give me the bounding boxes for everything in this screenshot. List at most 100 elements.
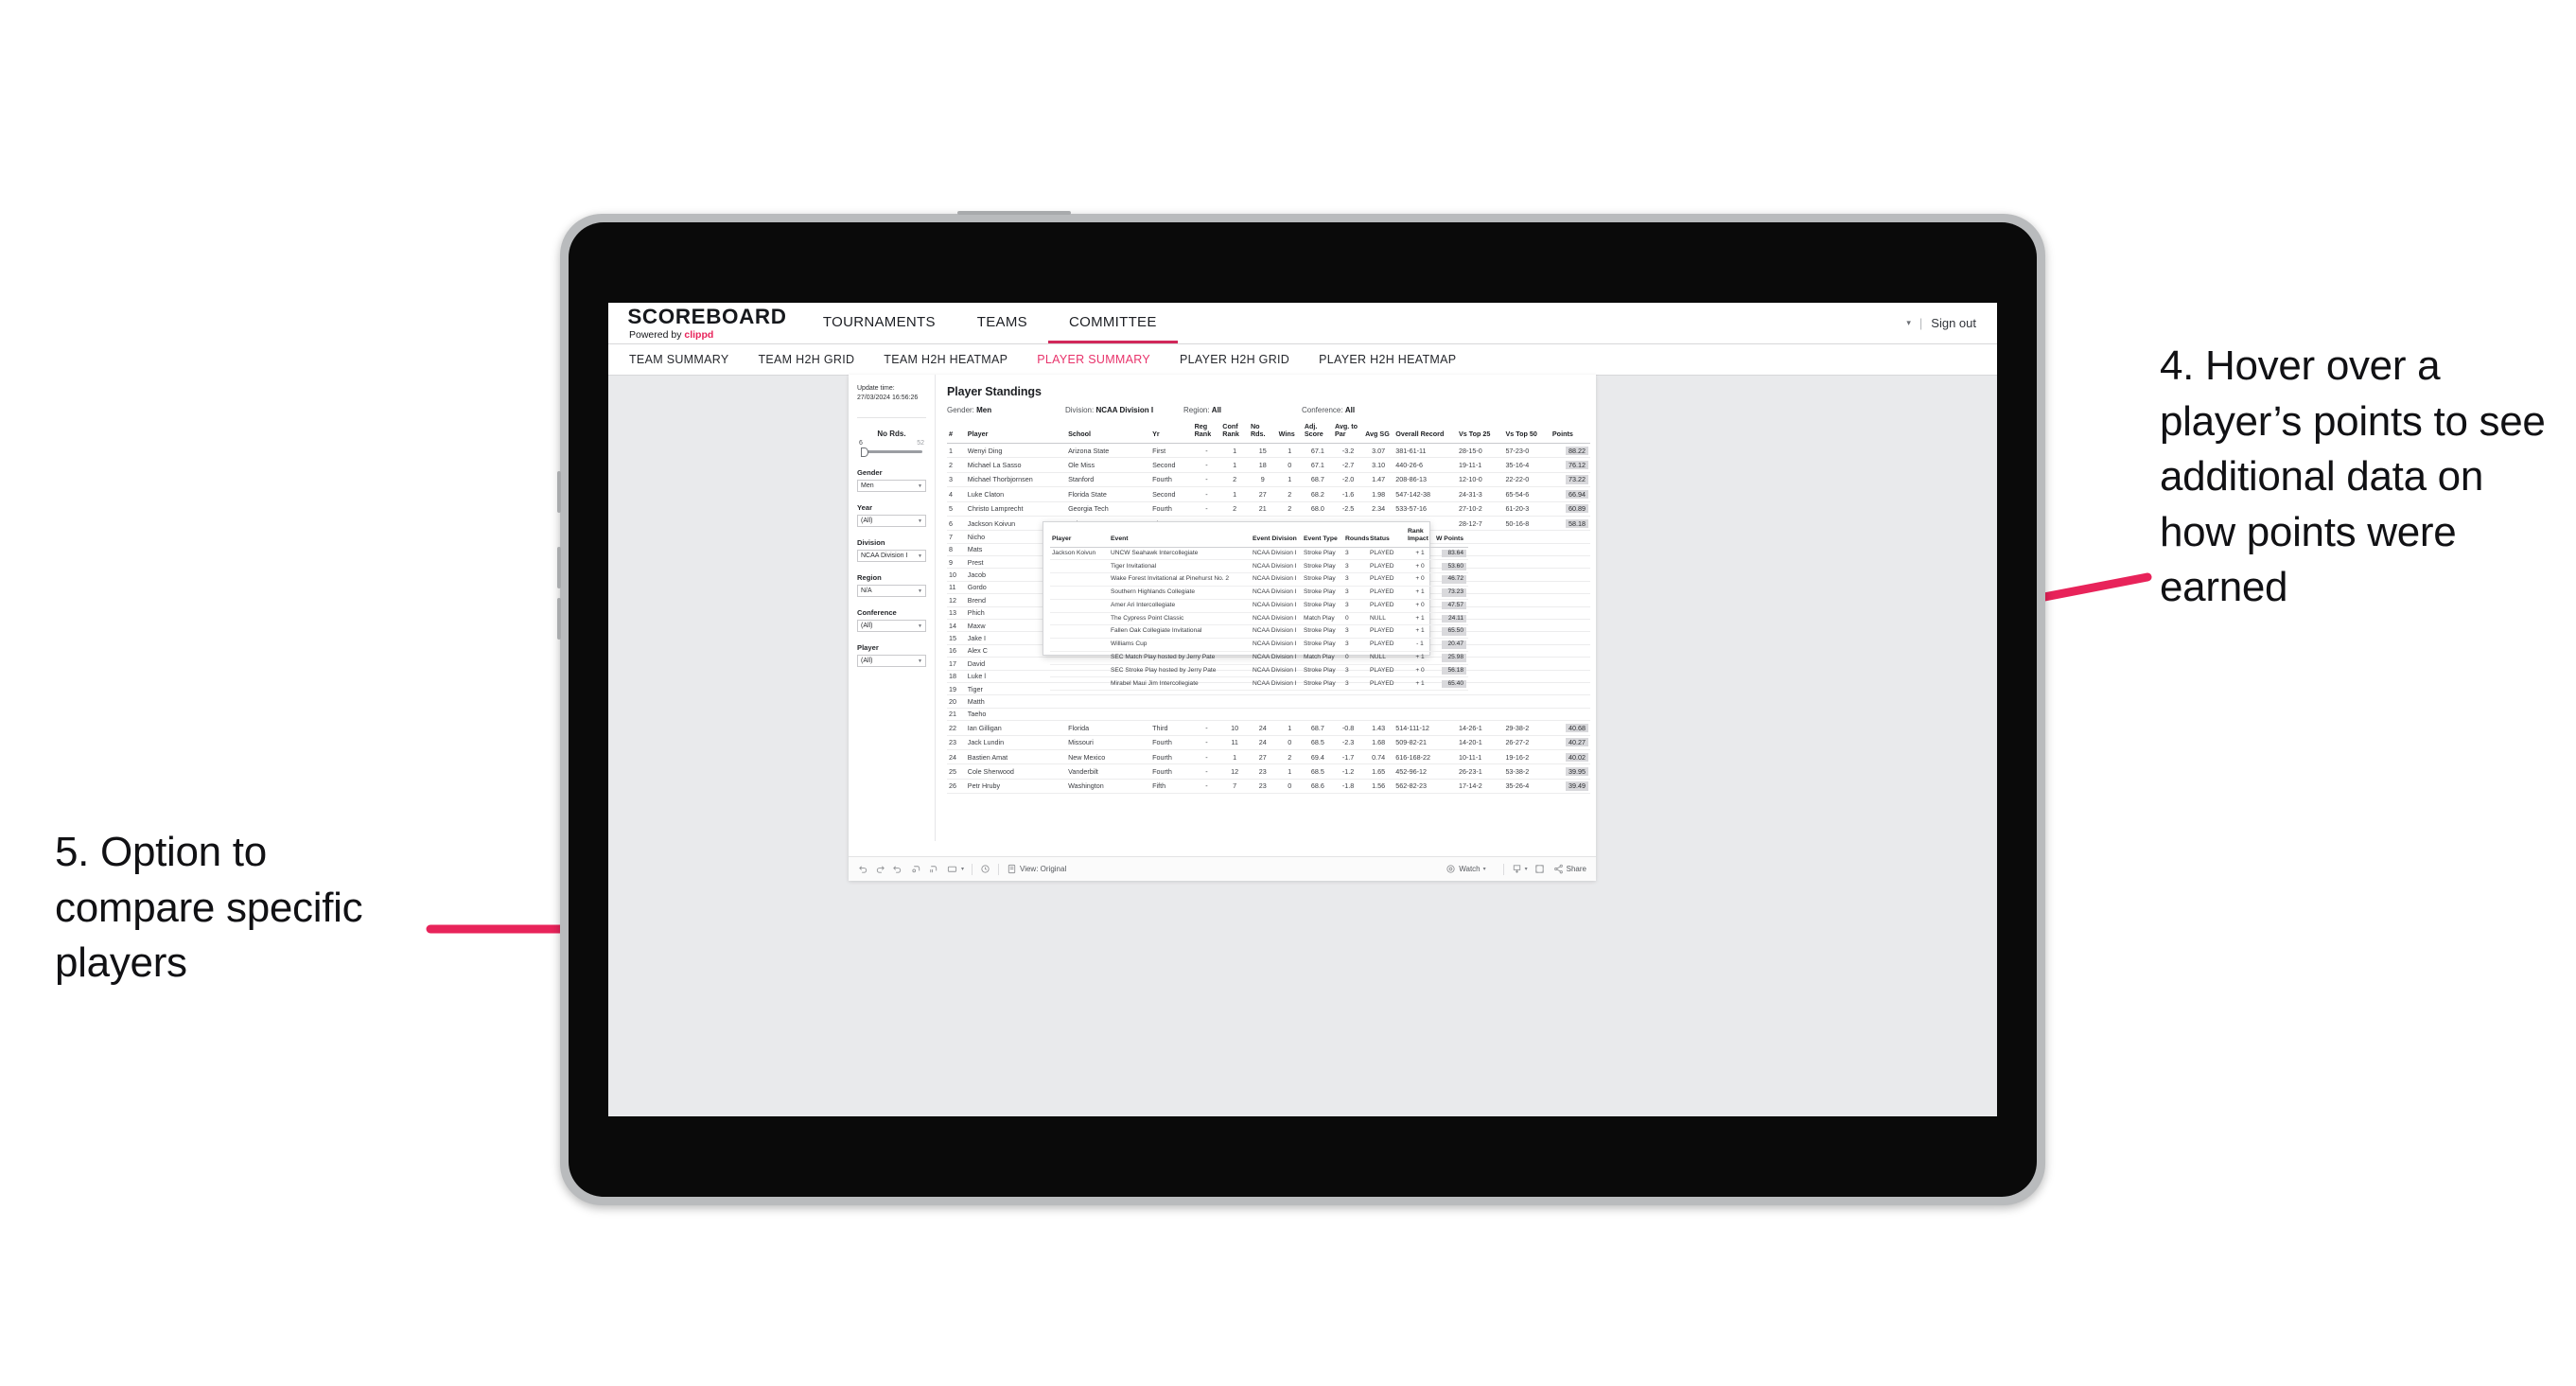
power-button[interactable] — [557, 471, 561, 513]
col-reg-rank[interactable]: Reg Rank — [1192, 421, 1221, 444]
slider-track[interactable] — [861, 447, 922, 457]
share-button[interactable]: Share — [1553, 864, 1586, 874]
table-row[interactable]: 23 Jack Lundin Missouri Fourth -11 24 0 68.5 -2.… — [947, 735, 1590, 750]
table-row[interactable]: 22 Ian Gilligan Florida Third -10 24 1 68.7 -0.8… — [947, 720, 1590, 736]
chevron-down-icon[interactable]: ▾ — [1906, 318, 1911, 328]
filter-player-select[interactable]: (All) ▼ — [857, 655, 926, 668]
cell-pts — [1550, 657, 1590, 671]
brand-logo[interactable]: SCOREBOARD Powered by clippd — [608, 303, 802, 343]
view-original-button[interactable]: View: Original — [1007, 864, 1066, 874]
col-rank[interactable]: # — [947, 421, 966, 444]
points-chip[interactable]: 40.27 — [1566, 738, 1588, 747]
volume-up-button[interactable] — [557, 547, 561, 588]
points-chip[interactable]: 60.89 — [1566, 504, 1588, 514]
col-yr[interactable]: Yr — [1150, 421, 1193, 444]
col-player[interactable]: Player — [965, 421, 1067, 444]
redo-icon[interactable] — [875, 864, 885, 874]
filter-division-select[interactable]: NCAA Division I ▼ — [857, 550, 926, 563]
slider-thumb[interactable] — [861, 447, 868, 457]
cell-sm: 23 — [1248, 779, 1277, 795]
points-chip[interactable]: 39.95 — [1566, 766, 1588, 777]
col-overall-record[interactable]: Overall Record — [1393, 421, 1457, 444]
topnav-item-committee[interactable]: COMMITTEE — [1047, 303, 1178, 343]
subnav-item-team-h2h-heatmap[interactable]: TEAM H2H HEATMAP — [884, 353, 1008, 366]
undo-icon[interactable] — [858, 864, 868, 874]
no-rounds-slider[interactable]: No Rds. 6 52 — [857, 430, 926, 457]
w-points-chip: 65.40 — [1442, 679, 1466, 689]
revert-icon[interactable] — [892, 864, 902, 874]
tooltip-cell-ev: Tiger Invitational — [1109, 559, 1251, 574]
cell-num: 6 — [947, 516, 966, 532]
topnav-item-tournaments[interactable]: TOURNAMENTS — [802, 303, 956, 343]
table-row[interactable]: 26 Petr Hruby Washington Fifth -7 23 0 68.6 -1.8… — [947, 779, 1590, 795]
cell-yr: Second — [1150, 457, 1193, 473]
points-chip[interactable]: 58.18 — [1566, 518, 1588, 528]
filter-conference-select[interactable]: (All) ▼ — [857, 620, 926, 633]
cell-num: 25 — [947, 763, 966, 780]
points-chip[interactable]: 40.02 — [1566, 752, 1588, 762]
cell-sm — [1248, 694, 1277, 709]
points-chip[interactable]: 39.49 — [1566, 781, 1588, 791]
col-vs-top-25[interactable]: Vs Top 25 — [1456, 421, 1504, 444]
tooltip-cell-ed: NCAA Division I — [1251, 676, 1302, 692]
table-row[interactable]: 21 Taeho — [947, 708, 1590, 722]
points-chip[interactable]: 76.12 — [1566, 460, 1588, 470]
table-row[interactable]: 20 Matth — [947, 694, 1590, 709]
fullscreen-icon[interactable] — [1534, 864, 1545, 874]
tooltip-cell-ev: Mirabel Maui Jim Intercollegiate — [1109, 676, 1251, 692]
volume-down-button[interactable] — [557, 598, 561, 640]
points-chip[interactable]: 88.22 — [1566, 446, 1588, 455]
subnav-item-player-h2h-grid[interactable]: PLAYER H2H GRID — [1180, 353, 1289, 366]
no-rounds-min: 6 — [859, 440, 863, 447]
sign-out-link[interactable]: Sign out — [1931, 316, 1976, 330]
tooltip-cell-ed: NCAA Division I — [1251, 547, 1302, 561]
cell-num: 22 — [947, 720, 966, 736]
table-row[interactable]: 2 Michael La Sasso Ole Miss Second -1 18 0 67.1… — [947, 457, 1590, 473]
filter-region-select[interactable]: N/A ▼ — [857, 585, 926, 598]
pause-icon[interactable] — [928, 864, 938, 874]
col-school[interactable]: School — [1066, 421, 1151, 444]
device-layout-icon[interactable] — [947, 864, 957, 874]
col-adj-score[interactable]: Adj. Score — [1302, 421, 1333, 444]
tooltip-player-cell — [1050, 559, 1109, 574]
subnav-item-team-h2h-grid[interactable]: TEAM H2H GRID — [758, 353, 854, 366]
topnav-item-teams[interactable]: TEAMS — [956, 303, 1048, 343]
col-wins[interactable]: Wins — [1276, 421, 1303, 444]
subnav-item-team-summary[interactable]: TEAM SUMMARY — [629, 353, 728, 366]
filter-gender-select[interactable]: Men ▼ — [857, 480, 926, 493]
table-row[interactable]: 5 Christo Lamprecht Georgia Tech Fourth -2 21… — [947, 501, 1590, 517]
table-row[interactable]: 4 Luke Claton Florida State Second -1 27 2 68.2… — [947, 486, 1590, 502]
cell-sm: - — [1192, 763, 1221, 780]
points-chip[interactable]: 73.22 — [1566, 475, 1588, 484]
subnav-item-player-h2h-heatmap[interactable]: PLAYER H2H HEATMAP — [1319, 353, 1456, 366]
points-chip[interactable]: 66.94 — [1566, 489, 1588, 499]
subnav-item-player-summary[interactable]: PLAYER SUMMARY — [1037, 353, 1150, 366]
table-row[interactable]: 24 Bastien Amat New Mexico Fourth -1 27 2 69.4-… — [947, 749, 1590, 765]
cell-pts — [1550, 530, 1590, 544]
points-chip[interactable]: 40.68 — [1566, 723, 1588, 732]
reset-icon[interactable] — [980, 864, 990, 874]
download-icon[interactable] — [1512, 864, 1522, 874]
cell-num: 15 — [947, 631, 966, 645]
table-row[interactable]: 25 Cole Sherwood Vanderbilt Fourth -12 23 1 68.… — [947, 763, 1590, 780]
chevron-down-icon[interactable]: ▾ — [1483, 866, 1486, 872]
col-avg-sg[interactable]: Avg SG — [1363, 421, 1394, 444]
filter-year-select[interactable]: (All) ▼ — [857, 515, 926, 528]
chevron-down-icon[interactable]: ▾ — [961, 866, 964, 872]
table-row[interactable]: 3 Michael Thorbjornsen Stanford Fourth -2 9 1 6… — [947, 472, 1590, 488]
filter-gender-label: Gender — [857, 468, 883, 478]
refresh-icon[interactable] — [911, 864, 921, 874]
col-vs-top-50[interactable]: Vs Top 50 — [1503, 421, 1551, 444]
chevron-down-icon[interactable]: ▾ — [1525, 866, 1528, 872]
tooltip-row: Southern Highlands Collegiate NCAA Divisi… — [1050, 586, 1468, 600]
cell-play: Wenyi Ding — [965, 443, 1067, 459]
table-row[interactable]: 1 Wenyi Ding Arizona State First -1 15 1 67.1 -3… — [947, 443, 1590, 459]
col-points[interactable]: Points — [1550, 421, 1590, 444]
top-button[interactable] — [957, 211, 1071, 215]
cell-pts: 40.02 — [1550, 749, 1590, 765]
col-no-rds[interactable]: No Rds. — [1248, 421, 1277, 444]
col-conf-rank[interactable]: Conf Rank — [1220, 421, 1249, 444]
cell-sm: - — [1192, 501, 1221, 517]
col-avg-to-par[interactable]: Avg. to Par — [1332, 421, 1364, 444]
watch-button[interactable]: Watch ▾ — [1446, 864, 1486, 874]
